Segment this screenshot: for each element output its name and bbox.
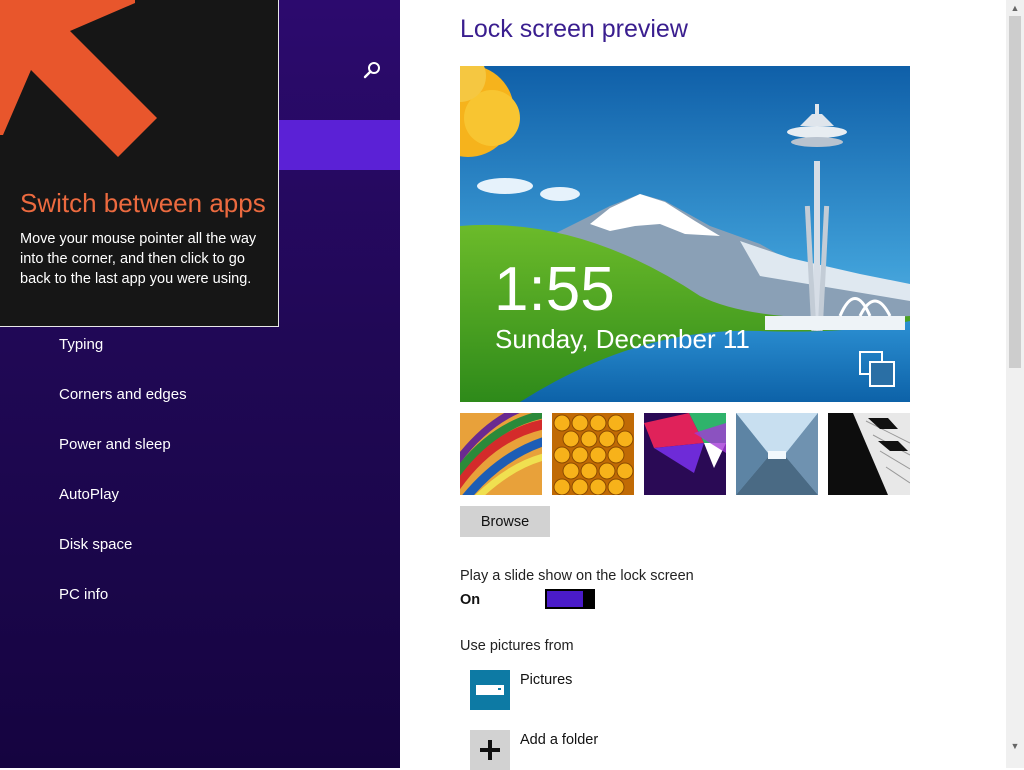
sidebar-item-disk-space[interactable]: Disk space <box>59 536 132 553</box>
browse-button[interactable]: Browse <box>460 506 550 537</box>
search-icon[interactable] <box>362 60 382 80</box>
thumbnail-honeycomb[interactable] <box>552 413 634 495</box>
scroll-down-icon[interactable]: ▼ <box>1006 738 1024 754</box>
source-label-pictures: Pictures <box>520 672 573 688</box>
page-title: Lock screen preview <box>460 15 688 43</box>
lock-screen-time: 1:55 <box>494 255 615 324</box>
tip-overlay: Switch between apps Move your mouse poin… <box>0 0 279 327</box>
sidebar-item-power-and-sleep[interactable]: Power and sleep <box>59 436 171 453</box>
slideshow-icon <box>859 351 895 387</box>
use-pictures-label: Use pictures from <box>460 638 574 654</box>
thumbnail-piano[interactable] <box>828 413 910 495</box>
vertical-scrollbar[interactable]: ▲ ▼ <box>1006 0 1024 768</box>
selected-nav-highlight[interactable] <box>279 120 400 170</box>
source-item-add-folder[interactable]: Add a folder <box>470 730 770 770</box>
lock-screen-date: Sunday, December 11 <box>495 324 750 354</box>
slideshow-toggle[interactable] <box>545 589 595 609</box>
scroll-up-icon[interactable]: ▲ <box>1006 0 1024 16</box>
sidebar-item-autoplay[interactable]: AutoPlay <box>59 486 119 503</box>
sidebar-item-typing[interactable]: Typing <box>59 336 103 353</box>
slideshow-label: Play a slide show on the lock screen <box>460 568 694 584</box>
sidebar-item-corners-and-edges[interactable]: Corners and edges <box>59 386 187 403</box>
thumbnail-geometric[interactable] <box>644 413 726 495</box>
tip-title: Switch between apps <box>20 188 266 218</box>
source-label-add-folder: Add a folder <box>520 732 599 748</box>
tip-body: Move your mouse pointer all the way into… <box>20 231 257 287</box>
thumbnail-tunnel[interactable] <box>736 413 818 495</box>
corner-arrow-icon <box>0 0 157 157</box>
slideshow-state-label: On <box>460 592 481 608</box>
thumbnail-color-stripes[interactable] <box>460 413 542 495</box>
lock-screen-preview-image: 1:55 Sunday, December 11 <box>460 66 910 402</box>
pictures-folder-icon <box>470 670 510 710</box>
sidebar-item-pc-info[interactable]: PC info <box>59 586 108 603</box>
lock-screen-panel: Lock screen preview 1:55 Sunday, Decembe… <box>400 0 1006 770</box>
plus-icon <box>470 730 510 770</box>
source-item-pictures[interactable]: Pictures <box>470 670 770 710</box>
toggle-thumb <box>583 589 595 609</box>
scroll-thumb[interactable] <box>1009 16 1021 368</box>
